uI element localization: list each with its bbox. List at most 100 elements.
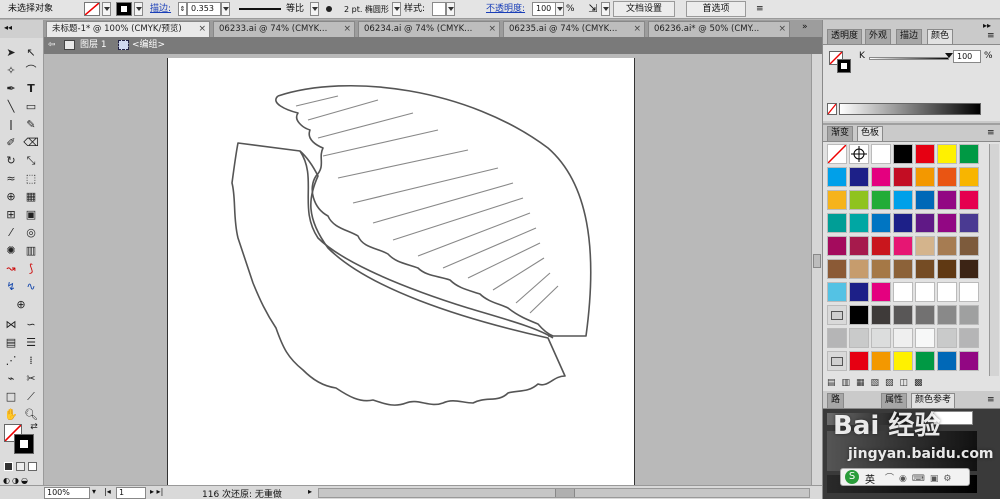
color-swatch[interactable]	[915, 236, 935, 256]
back-arrow-icon[interactable]: ⇦	[48, 39, 56, 52]
color-swatch[interactable]	[915, 144, 935, 164]
profile-dropdown[interactable]	[310, 2, 319, 16]
color-swatch[interactable]	[915, 328, 935, 348]
color-swatch[interactable]	[893, 213, 913, 233]
graph-tool-icon[interactable]: ▥	[22, 242, 40, 260]
vertical-scrollbar[interactable]	[811, 54, 822, 485]
blend-tool-icon[interactable]: ◎	[22, 224, 40, 242]
stroke-weight-field[interactable]: 0.353	[187, 2, 221, 16]
color-swatch[interactable]	[937, 328, 957, 348]
doc-tab-3[interactable]: 06234.ai @ 74% (CMYK... ×	[358, 21, 500, 37]
color-swatch[interactable]	[959, 236, 979, 256]
none-swatch[interactable]	[827, 144, 847, 164]
color-swatch[interactable]	[915, 282, 935, 302]
color-swatch[interactable]	[849, 328, 869, 348]
crosshair-icon[interactable]: ⊕	[12, 296, 30, 314]
scissors-icon[interactable]: ✂	[22, 370, 40, 388]
color-swatch[interactable]	[849, 282, 869, 302]
color-swatch[interactable]	[893, 259, 913, 279]
opacity-dropdown[interactable]	[555, 2, 564, 16]
color-swatch[interactable]	[959, 167, 979, 187]
color-swatch[interactable]	[849, 236, 869, 256]
color-swatch[interactable]	[849, 213, 869, 233]
color-swatch[interactable]	[893, 144, 913, 164]
stroke-label[interactable]: 描边:	[150, 3, 171, 16]
color-swatch[interactable]	[849, 167, 869, 187]
color-swatch[interactable]	[849, 351, 869, 371]
breadcrumb-group[interactable]: <编组>	[132, 39, 165, 52]
ime-tool-icons[interactable]: ⌒◉⌨▣⚙	[885, 471, 956, 484]
line-tool-icon[interactable]: ╲	[2, 98, 20, 116]
zoom-dropdown-icon[interactable]: ▾	[92, 487, 96, 496]
stroke-indicator[interactable]	[14, 434, 34, 454]
selection-tool-icon[interactable]: ➤	[2, 44, 20, 62]
horizontal-scrollbar[interactable]	[318, 488, 810, 498]
knife-icon[interactable]: ⌁	[2, 370, 20, 388]
color-swatch[interactable]	[893, 328, 913, 348]
align-icon[interactable]: ⇲	[585, 1, 601, 17]
bar-graph-icon[interactable]: ☰	[22, 334, 40, 352]
color-swatch[interactable]	[827, 213, 847, 233]
color-swatch[interactable]	[915, 167, 935, 187]
color-swatch[interactable]	[959, 259, 979, 279]
column-graph-icon[interactable]: ▤	[2, 334, 20, 352]
color-swatch[interactable]	[937, 282, 957, 302]
eraser-icon[interactable]: ⌫	[22, 134, 40, 152]
color-swatch[interactable]	[827, 236, 847, 256]
fill-dropdown[interactable]	[102, 2, 111, 16]
lasso-icon[interactable]: ⌒	[22, 62, 40, 80]
color-swatch[interactable]	[937, 236, 957, 256]
magic-wand-icon[interactable]: ✧	[2, 62, 20, 80]
color-swatch[interactable]	[871, 190, 891, 210]
first-page-icon[interactable]: |◂	[104, 487, 111, 496]
color-swatch[interactable]	[893, 305, 913, 325]
color-swatch[interactable]	[827, 259, 847, 279]
status-menu-icon[interactable]: ▸	[308, 487, 312, 496]
direct-selection-tool-icon[interactable]: ↖	[22, 44, 40, 62]
gradient-tool-icon[interactable]: ▣	[22, 206, 40, 224]
color-swatch[interactable]	[915, 259, 935, 279]
measure-icon[interactable]: ⟋	[22, 388, 40, 406]
canvas-area[interactable]	[44, 54, 811, 485]
none-mode-icon[interactable]	[28, 462, 37, 471]
color-swatch[interactable]	[915, 213, 935, 233]
color-mode-icon[interactable]	[4, 462, 13, 471]
panel-menu-icon[interactable]: ≡	[987, 128, 995, 138]
color-swatch[interactable]	[893, 351, 913, 371]
gradient-mode-icon[interactable]	[16, 462, 25, 471]
close-icon[interactable]: ×	[198, 22, 206, 36]
blob-brush-icon[interactable]: ✐	[2, 134, 20, 152]
color-swatch[interactable]	[893, 190, 913, 210]
close-icon[interactable]: ×	[488, 22, 496, 36]
wave-tool-icon[interactable]: ∽	[22, 316, 40, 334]
free-transform-icon[interactable]: ⬚	[22, 170, 40, 188]
panel-menu-icon[interactable]: ≡	[987, 31, 995, 41]
color-swatch[interactable]	[937, 144, 957, 164]
registration-swatch[interactable]	[849, 144, 869, 164]
close-icon[interactable]: ×	[778, 22, 786, 36]
color-swatch[interactable]	[827, 190, 847, 210]
fill-swatch[interactable]	[84, 2, 100, 16]
doc-tab-4[interactable]: 06235.ai @ 74% (CMYK... ×	[503, 21, 645, 37]
color-swatch[interactable]	[959, 213, 979, 233]
k-value-field[interactable]: 100	[953, 50, 981, 63]
profile-label[interactable]: 等比	[286, 3, 304, 16]
tab-transparency[interactable]: 透明度	[827, 29, 863, 44]
page-field[interactable]: 1	[116, 487, 146, 499]
color-group-folder-icon[interactable]	[827, 351, 847, 371]
color-swatch[interactable]	[871, 351, 891, 371]
color-swatch[interactable]	[959, 328, 979, 348]
doc-tab-2[interactable]: 06233.ai @ 74% (CMYK... ×	[213, 21, 355, 37]
symbol-sprayer-icon[interactable]: ✺	[2, 242, 20, 260]
live-paint-icon[interactable]: ▦	[22, 188, 40, 206]
swatch-toolbar-icons[interactable]: ▤▥▦▧▨◫▩	[827, 378, 987, 390]
scroll-thumb[interactable]	[813, 254, 821, 268]
brush-dropdown[interactable]	[392, 2, 401, 16]
reshape-icon[interactable]: ⟆	[22, 260, 40, 278]
curvature-icon[interactable]: ∿	[22, 278, 40, 296]
eyedropper-icon[interactable]: ⁄	[2, 224, 20, 242]
pen-tool-icon[interactable]: ✒	[2, 80, 20, 98]
color-swatch[interactable]	[959, 305, 979, 325]
color-swatch[interactable]	[915, 351, 935, 371]
dock-collapse-icon[interactable]: ▸▸	[983, 21, 991, 30]
